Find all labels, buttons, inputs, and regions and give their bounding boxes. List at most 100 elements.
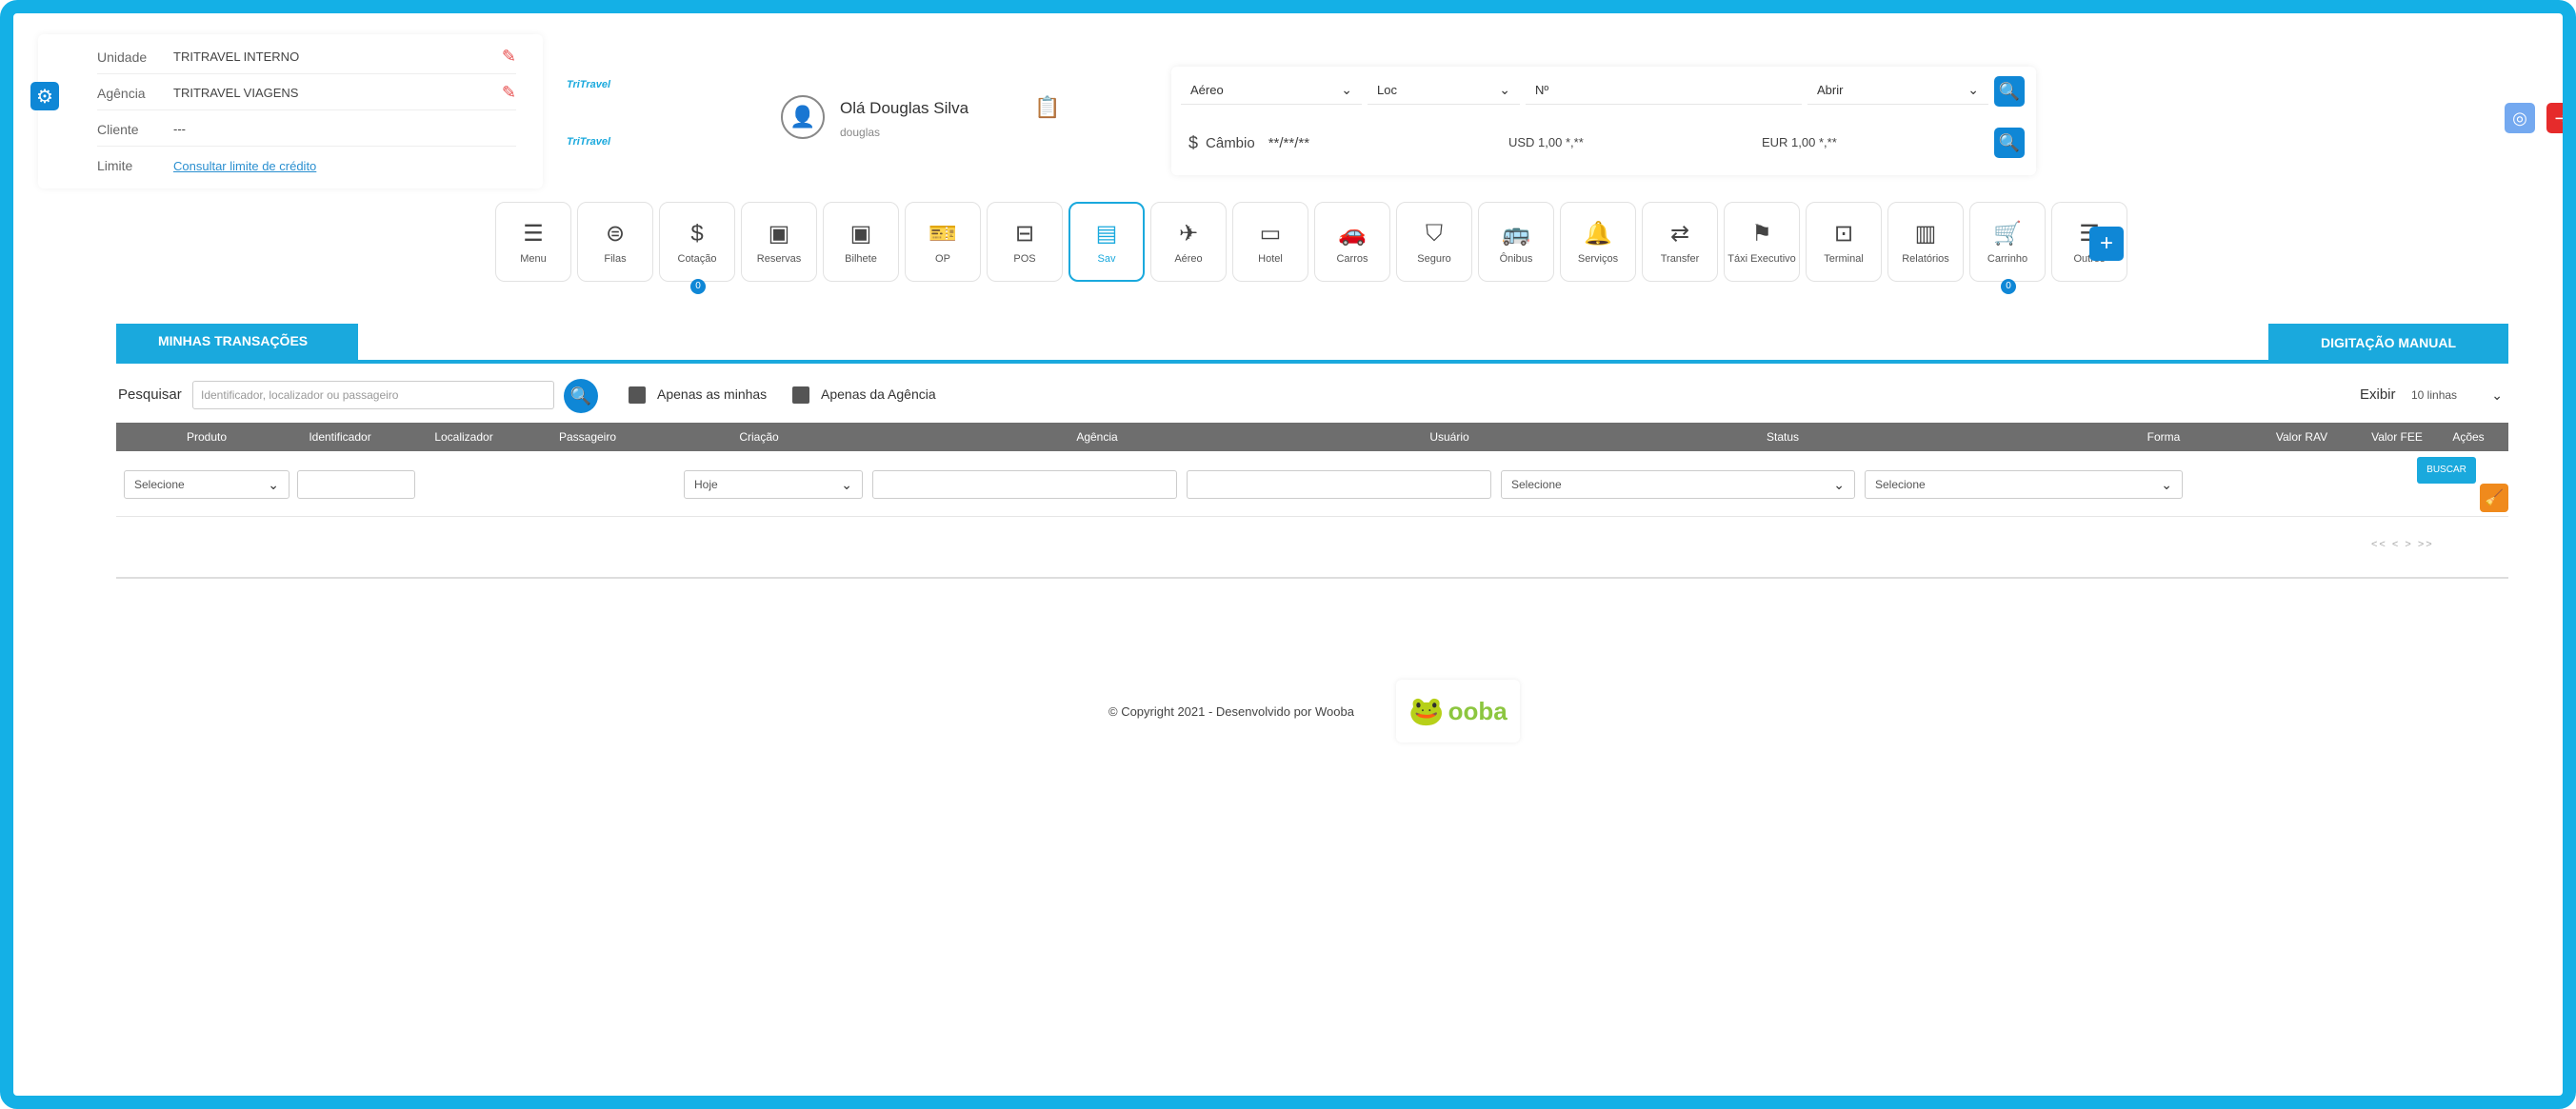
- col-acoes: Ações: [2452, 430, 2485, 444]
- tool-icon: ⊡: [1833, 220, 1854, 247]
- chevron-down-icon: ⌄: [1967, 82, 1979, 97]
- tool-label: Terminal: [1824, 252, 1864, 265]
- settings-gear-icon[interactable]: ⚙: [30, 82, 59, 110]
- filter-forma-select[interactable]: Selecione ⌄: [1865, 470, 2183, 499]
- tool-carros[interactable]: 🚗 Carros: [1314, 202, 1390, 282]
- add-module-button[interactable]: +: [2089, 227, 2124, 261]
- edit-agencia-icon[interactable]: ✎: [502, 83, 516, 103]
- filter-produto-value: Selecione: [134, 478, 185, 491]
- field-select-value: Loc: [1377, 83, 1397, 97]
- action-select[interactable]: Abrir ⌄: [1807, 76, 1988, 105]
- filter-identificador-input[interactable]: [297, 470, 415, 499]
- field-select[interactable]: Loc ⌄: [1368, 76, 1520, 105]
- tool-icon: ✈: [1178, 220, 1199, 247]
- tool-sav[interactable]: ▤ Sav: [1068, 202, 1145, 282]
- only-mine-checkbox[interactable]: [629, 386, 646, 404]
- search-input[interactable]: Identificador, localizador ou passageiro: [192, 381, 554, 409]
- clipboard-icon[interactable]: 📋: [1034, 95, 1060, 120]
- tool-transfer[interactable]: ⇄ Transfer: [1642, 202, 1718, 282]
- credit-limit-link[interactable]: Consultar limite de crédito: [173, 159, 516, 173]
- filter-status-select[interactable]: Selecione ⌄: [1501, 470, 1855, 499]
- company-logo-bottom: TriTravel: [566, 136, 611, 148]
- tool-icon: ⛉: [1426, 220, 1443, 247]
- tab-minhas-transacoes[interactable]: MINHAS TRANSAÇÕES: [116, 324, 358, 362]
- logout-button[interactable]: ⇥: [2546, 103, 2563, 133]
- action-select-value: Abrir: [1817, 83, 1844, 97]
- tool-servi-os[interactable]: 🔔 Serviços: [1560, 202, 1636, 282]
- tool-bilhete[interactable]: ▣ Bilhete: [823, 202, 899, 282]
- buscar-button[interactable]: BUSCAR: [2417, 457, 2476, 484]
- tool-label: Hotel: [1258, 252, 1283, 265]
- user-greeting: Olá Douglas Silva: [840, 99, 969, 117]
- product-select[interactable]: Aéreo ⌄: [1181, 76, 1362, 105]
- edit-unidade-icon[interactable]: ✎: [502, 47, 516, 67]
- tool-relat-rios[interactable]: ▥ Relatórios: [1887, 202, 1964, 282]
- tool-menu[interactable]: ☰ Menu: [495, 202, 571, 282]
- cliente-value: ---: [173, 122, 186, 136]
- tool-carrinho[interactable]: 🛒 Carrinho 0: [1969, 202, 2046, 294]
- search-label: Pesquisar: [118, 386, 182, 403]
- col-localizador[interactable]: Localizador: [402, 423, 526, 451]
- cambio-label: Câmbio: [1206, 135, 1255, 151]
- tool-label: Aéreo: [1174, 252, 1203, 265]
- tool-t-xi-executivo[interactable]: ⚑ Táxi Executivo: [1724, 202, 1800, 282]
- col-criacao[interactable]: Criação: [678, 423, 840, 451]
- eur-rate: EUR 1,00 *,**: [1762, 135, 1837, 149]
- filter-produto-select[interactable]: Selecione ⌄: [124, 470, 290, 499]
- col-status[interactable]: Status: [1592, 423, 1973, 451]
- only-mine-label: Apenas as minhas: [657, 386, 768, 402]
- chevron-down-icon: ⌄: [268, 476, 279, 492]
- tab-digitacao-manual[interactable]: DIGITAÇÃO MANUAL: [2268, 324, 2508, 362]
- clear-filter-broom-icon[interactable]: 🧹: [2480, 484, 2508, 512]
- tool-a-reo[interactable]: ✈ Aéreo: [1150, 202, 1227, 282]
- tool-icon: ▥: [1914, 220, 1937, 247]
- agencia-label: Agência: [97, 85, 146, 101]
- agency-info-panel: Unidade TRITRAVEL INTERNO ✎ Agência TRIT…: [38, 34, 543, 188]
- cambio-search-button[interactable]: 🔍: [1994, 128, 2025, 158]
- pagination[interactable]: << < > >>: [2371, 539, 2434, 550]
- tool-pos[interactable]: ⊟ POS: [987, 202, 1063, 282]
- filter-usuario-input[interactable]: [1187, 470, 1491, 499]
- tool-filas[interactable]: ⊜ Filas: [577, 202, 653, 282]
- filter-agencia-input[interactable]: [872, 470, 1177, 499]
- copyright-text: © Copyright 2021 - Desenvolvido por Woob…: [1108, 704, 1354, 719]
- search-button[interactable]: 🔍: [564, 379, 598, 413]
- page-size-select[interactable]: 10 linhas ⌄: [2406, 381, 2508, 409]
- quick-search-button[interactable]: 🔍: [1994, 76, 2025, 107]
- page-size-label: Exibir: [2360, 386, 2396, 403]
- filter-criacao-select[interactable]: Hoje ⌄: [684, 470, 863, 499]
- filter-criacao-value: Hoje: [694, 478, 718, 491]
- col-passageiro[interactable]: Passageiro: [526, 423, 649, 451]
- chevron-down-icon: ⌄: [1499, 82, 1510, 97]
- page-size-value: 10 linhas: [2411, 388, 2458, 402]
- tool-icon: 🎫: [929, 220, 957, 247]
- unidade-value: TRITRAVEL INTERNO: [173, 50, 300, 64]
- tool-terminal[interactable]: ⊡ Terminal: [1806, 202, 1882, 282]
- col-produto[interactable]: Produto: [135, 423, 278, 451]
- tool-op[interactable]: 🎫 OP: [905, 202, 981, 282]
- tool-label: Carros: [1336, 252, 1368, 265]
- tool-label: Menu: [520, 252, 547, 265]
- tool-icon: ⇄: [1669, 220, 1690, 247]
- row-divider: [116, 516, 2508, 517]
- tool-icon: ▤: [1095, 220, 1118, 247]
- tool-seguro[interactable]: ⛉ Seguro: [1396, 202, 1472, 282]
- chevron-down-icon: ⌄: [841, 476, 852, 492]
- tool-label: Filas: [604, 252, 627, 265]
- tool-cota-o[interactable]: $ Cotação 0: [659, 202, 735, 294]
- number-input[interactable]: Nº: [1526, 76, 1802, 105]
- col-identificador[interactable]: Identificador: [278, 423, 402, 451]
- user-avatar-icon[interactable]: 👤: [781, 95, 825, 139]
- tool-reservas[interactable]: ▣ Reservas: [741, 202, 817, 282]
- agencia-row: Agência TRITRAVEL VIAGENS ✎: [97, 76, 516, 110]
- frog-icon: 🐸: [1408, 695, 1445, 727]
- tool-hotel[interactable]: ▭ Hotel: [1232, 202, 1308, 282]
- filter-forma-value: Selecione: [1875, 478, 1926, 491]
- col-usuario[interactable]: Usuário: [1307, 423, 1592, 451]
- tool--nibus[interactable]: 🚌 Ônibus: [1478, 202, 1554, 282]
- col-agencia[interactable]: Agência: [1002, 423, 1192, 451]
- chevron-down-icon: ⌄: [1833, 476, 1845, 492]
- tool-label: Cotação: [677, 252, 717, 265]
- only-agency-checkbox[interactable]: [792, 386, 809, 404]
- user-settings-button[interactable]: ◎: [2505, 103, 2535, 133]
